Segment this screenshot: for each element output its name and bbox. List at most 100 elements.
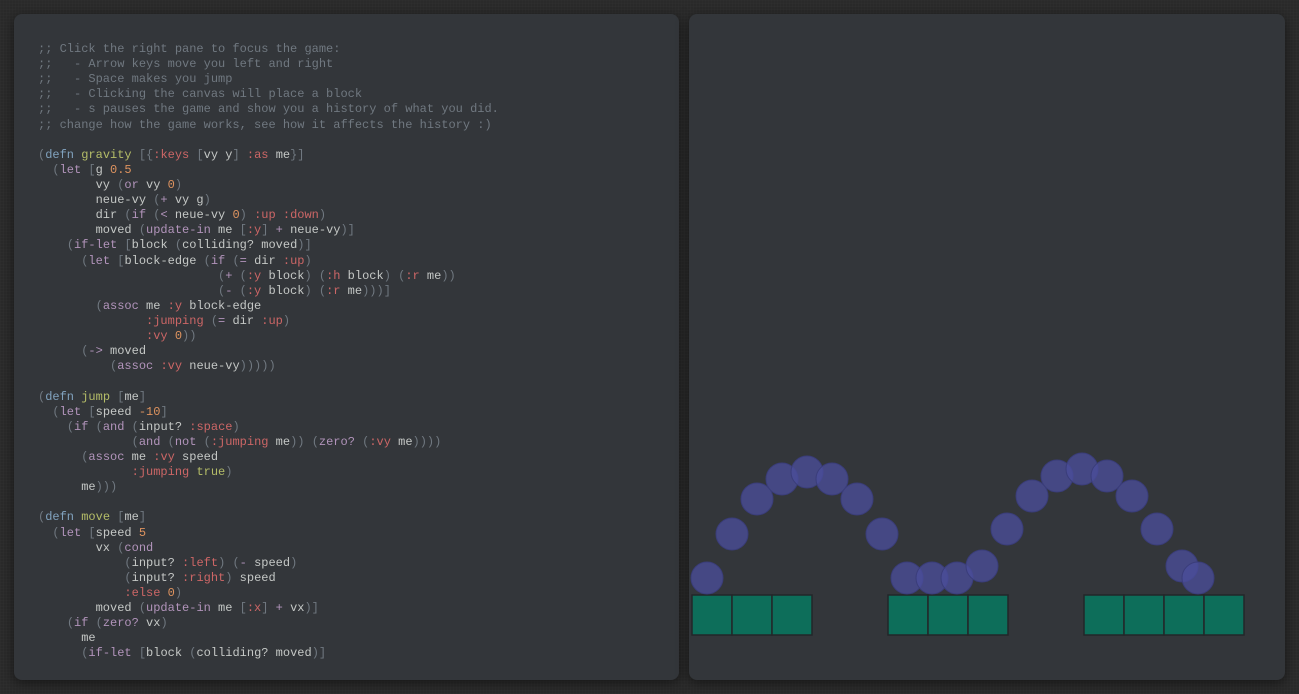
code-token: ] bbox=[232, 148, 239, 162]
code-token: me bbox=[391, 435, 413, 449]
player-history-ball bbox=[866, 518, 898, 550]
code-token bbox=[312, 269, 319, 283]
code-token: and bbox=[139, 435, 161, 449]
code-token bbox=[204, 314, 211, 328]
player-history-ball bbox=[1141, 513, 1173, 545]
code-token: ( bbox=[232, 556, 239, 570]
code-token bbox=[168, 329, 175, 343]
code-token: not bbox=[175, 435, 197, 449]
code-token: ( bbox=[204, 254, 211, 268]
code-token: 0 bbox=[168, 586, 175, 600]
code-token bbox=[132, 148, 139, 162]
code-token: ( bbox=[96, 616, 103, 630]
code-token: ( bbox=[52, 163, 59, 177]
code-token: [ bbox=[139, 646, 146, 660]
code-token: [{ bbox=[139, 148, 153, 162]
code-token: 5 bbox=[139, 526, 146, 540]
code-token: jump bbox=[81, 390, 110, 404]
code-token: ;; - Arrow keys move you left and right bbox=[38, 57, 333, 71]
code-token: :up bbox=[254, 208, 276, 222]
code-token: vy bbox=[38, 178, 117, 192]
code-token: -10 bbox=[139, 405, 161, 419]
code-token: :x bbox=[247, 601, 261, 615]
code-content[interactable]: ;; Click the right pane to focus the gam… bbox=[38, 42, 655, 661]
code-token: ( bbox=[96, 299, 103, 313]
code-token: :h bbox=[326, 269, 340, 283]
code-token bbox=[38, 556, 124, 570]
code-token: :keys bbox=[153, 148, 189, 162]
code-token: -> bbox=[88, 344, 102, 358]
code-token: or bbox=[124, 178, 138, 192]
code-token: vy bbox=[139, 178, 168, 192]
code-token bbox=[38, 163, 52, 177]
game-canvas[interactable] bbox=[689, 14, 1285, 680]
game-canvas-pane[interactable] bbox=[689, 14, 1285, 680]
code-token: if bbox=[132, 208, 146, 222]
code-token bbox=[38, 526, 52, 540]
split-container: ;; Click the right pane to focus the gam… bbox=[14, 14, 1285, 680]
code-token: colliding? moved bbox=[196, 646, 311, 660]
code-token: speed bbox=[96, 405, 139, 419]
code-editor-pane[interactable]: ;; Click the right pane to focus the gam… bbox=[14, 14, 679, 680]
code-token: )) bbox=[290, 435, 304, 449]
code-token: :as bbox=[247, 148, 269, 162]
code-token bbox=[38, 405, 52, 419]
code-token: ( bbox=[132, 435, 139, 449]
code-token: block bbox=[261, 269, 304, 283]
code-token: [ bbox=[88, 526, 95, 540]
code-token: ) bbox=[305, 254, 312, 268]
code-token: ( bbox=[204, 435, 211, 449]
code-token: ( bbox=[240, 269, 247, 283]
code-token: [ bbox=[240, 601, 247, 615]
code-token: )] bbox=[340, 223, 354, 237]
game-block bbox=[888, 595, 928, 635]
code-token bbox=[268, 601, 275, 615]
code-token bbox=[38, 329, 146, 343]
code-token bbox=[38, 314, 146, 328]
code-token: if bbox=[74, 616, 88, 630]
code-token: ) bbox=[283, 314, 290, 328]
code-token bbox=[38, 269, 218, 283]
code-token: speed bbox=[232, 571, 275, 585]
code-token: moved bbox=[103, 344, 146, 358]
code-token bbox=[160, 586, 167, 600]
code-token: ( bbox=[52, 405, 59, 419]
code-token bbox=[38, 344, 81, 358]
code-token: ) bbox=[384, 269, 391, 283]
code-token: )))) bbox=[413, 435, 442, 449]
code-token: :y bbox=[247, 269, 261, 283]
code-token: )] bbox=[304, 601, 318, 615]
code-token: )] bbox=[312, 646, 326, 660]
code-token: let bbox=[88, 254, 110, 268]
game-block bbox=[968, 595, 1008, 635]
code-token: assoc bbox=[117, 359, 153, 373]
code-token: block bbox=[261, 284, 304, 298]
game-block bbox=[772, 595, 812, 635]
code-token: ( bbox=[124, 556, 131, 570]
code-token: me bbox=[124, 510, 138, 524]
code-token: + bbox=[276, 223, 283, 237]
code-token: speed bbox=[247, 556, 290, 570]
code-token: ( bbox=[211, 314, 218, 328]
code-token: assoc bbox=[88, 450, 124, 464]
code-token: ( bbox=[132, 420, 139, 434]
code-token: :down bbox=[283, 208, 319, 222]
code-token: :y bbox=[168, 299, 182, 313]
player-history-ball bbox=[966, 550, 998, 582]
code-token: vx bbox=[139, 616, 161, 630]
code-token: ;; change how the game works, see how it… bbox=[38, 118, 492, 132]
code-token: me bbox=[38, 480, 96, 494]
code-token: me bbox=[139, 299, 168, 313]
code-token bbox=[240, 148, 247, 162]
code-token: :right bbox=[182, 571, 225, 585]
code-token: ) bbox=[304, 284, 311, 298]
code-token bbox=[38, 435, 132, 449]
code-token: :r bbox=[326, 284, 340, 298]
code-token: ;; - Clicking the canvas will place a bl… bbox=[38, 87, 362, 101]
code-token bbox=[38, 359, 110, 373]
code-token: [ bbox=[240, 223, 247, 237]
code-token: [ bbox=[88, 163, 95, 177]
player-history-ball bbox=[991, 513, 1023, 545]
code-token: if bbox=[211, 254, 225, 268]
code-token: ( bbox=[67, 238, 74, 252]
